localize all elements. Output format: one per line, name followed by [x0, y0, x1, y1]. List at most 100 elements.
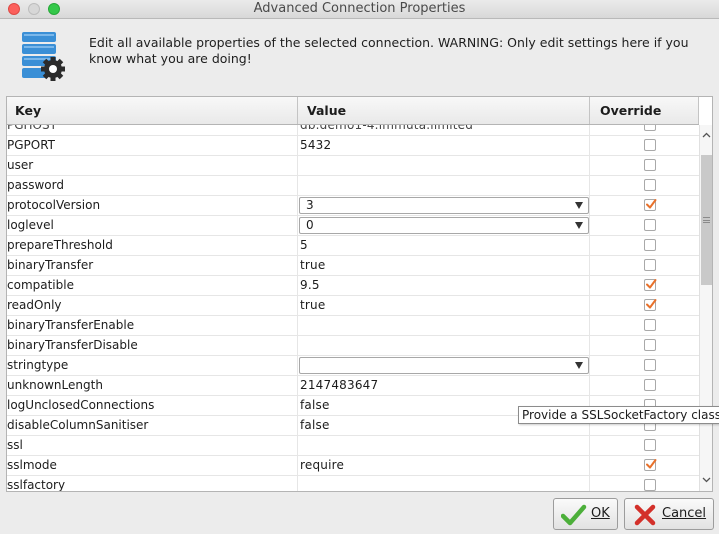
ok-label: OK [591, 506, 610, 521]
property-key-text: sslmode [7, 458, 57, 472]
property-value[interactable]: require [297, 456, 589, 475]
property-key-text: binaryTransferEnable [7, 318, 135, 332]
property-value-text: false [300, 418, 330, 432]
table-row[interactable]: binaryTransferEnable [7, 316, 699, 336]
chevron-down-icon[interactable] [575, 222, 583, 229]
table-row[interactable]: password [7, 176, 699, 196]
override-checkbox[interactable] [644, 439, 656, 451]
property-key-text: readOnly [7, 298, 62, 312]
database-settings-icon [20, 30, 66, 82]
property-value[interactable] [297, 476, 589, 491]
chevron-down-icon[interactable] [575, 202, 583, 209]
override-checkbox[interactable] [644, 259, 656, 271]
property-key-text: PGHOST [7, 125, 57, 132]
override-checkbox[interactable] [644, 359, 656, 371]
property-value[interactable] [297, 316, 589, 335]
value-dropdown[interactable] [299, 357, 589, 374]
override-checkbox[interactable] [644, 299, 657, 311]
property-key-text: disableColumnSanitiser [7, 418, 149, 432]
override-cell [589, 436, 699, 455]
property-key-text: stringtype [7, 358, 69, 372]
override-cell [589, 296, 699, 315]
value-dropdown[interactable]: 0 [299, 217, 589, 234]
column-header-key[interactable]: Key [7, 97, 298, 124]
property-value[interactable]: 2147483647 [297, 376, 589, 395]
property-value[interactable]: 3 [297, 196, 589, 215]
property-key-text: ssl [7, 438, 23, 452]
override-checkbox[interactable] [644, 379, 656, 391]
scroll-down-icon[interactable] [701, 474, 712, 485]
chevron-down-icon[interactable] [575, 362, 583, 369]
property-key-text: user [7, 158, 34, 172]
title-bar: Advanced Connection Properties [0, 0, 719, 19]
table-row[interactable]: binaryTransferDisable [7, 336, 699, 356]
property-value[interactable] [297, 336, 589, 355]
override-cell [589, 476, 699, 491]
table-row[interactable]: PGPORT 5432 [7, 136, 699, 156]
ok-button[interactable]: OK [553, 498, 618, 530]
property-value[interactable]: 9.5 [297, 276, 589, 295]
override-checkbox[interactable] [644, 219, 656, 231]
property-key: stringtype [7, 356, 297, 375]
override-checkbox[interactable] [644, 459, 657, 471]
table-row[interactable]: prepareThreshold 5 [7, 236, 699, 256]
override-cell [589, 236, 699, 255]
override-checkbox[interactable] [644, 159, 656, 171]
property-value[interactable] [297, 176, 589, 195]
table-row[interactable]: binaryTransfer true [7, 256, 699, 276]
property-value[interactable] [297, 356, 589, 375]
override-checkbox[interactable] [644, 179, 656, 191]
override-checkbox[interactable] [644, 479, 656, 491]
property-value[interactable]: 5 [297, 236, 589, 255]
override-cell [589, 125, 699, 135]
property-key: logUnclosedConnections [7, 396, 297, 415]
table-row[interactable]: stringtype [7, 356, 699, 376]
scrollbar-thumb[interactable] [701, 155, 712, 285]
property-value[interactable]: 0 [297, 216, 589, 235]
property-value[interactable]: true [297, 256, 589, 275]
sslfactory-tooltip: Provide a SSLSocketFactory class w [518, 406, 719, 424]
column-header-value[interactable]: Value [298, 97, 590, 124]
property-value-text: false [300, 398, 330, 412]
override-cell [589, 196, 699, 215]
override-checkbox[interactable] [644, 319, 656, 331]
table-row[interactable]: compatible 9.5 [7, 276, 699, 296]
property-value[interactable] [297, 156, 589, 175]
override-checkbox[interactable] [644, 125, 656, 131]
override-cell [589, 316, 699, 335]
override-checkbox[interactable] [644, 199, 657, 211]
property-key: binaryTransferEnable [7, 316, 297, 335]
table-row[interactable]: readOnly true [7, 296, 699, 316]
table-row[interactable]: ssl [7, 436, 699, 456]
override-checkbox[interactable] [644, 279, 657, 291]
column-header-override[interactable]: Override [590, 97, 699, 124]
scroll-up-icon[interactable] [701, 130, 712, 141]
cancel-x-icon [634, 504, 656, 526]
table-row[interactable]: unknownLength 2147483647 [7, 376, 699, 396]
property-value[interactable]: db.demo1-4.immuta.limited [297, 125, 589, 135]
value-dropdown[interactable]: 3 [299, 197, 589, 214]
property-key: PGPORT [7, 136, 297, 155]
table-row[interactable]: PGHOST db.demo1-4.immuta.limited [7, 125, 699, 136]
property-value[interactable]: true [297, 296, 589, 315]
check-icon [646, 279, 657, 289]
property-value[interactable]: 5432 [297, 136, 589, 155]
check-icon [646, 459, 657, 469]
override-checkbox[interactable] [644, 239, 656, 251]
vertical-scrollbar[interactable] [699, 125, 712, 491]
table-row[interactable]: loglevel 0 [7, 216, 699, 236]
property-key-text: logUnclosedConnections [7, 398, 155, 412]
property-key-text: unknownLength [7, 378, 103, 392]
table-row[interactable]: sslmode require [7, 456, 699, 476]
property-key: PGHOST [7, 125, 297, 135]
window-title: Advanced Connection Properties [253, 1, 466, 16]
table-row[interactable]: protocolVersion 3 [7, 196, 699, 216]
override-checkbox[interactable] [644, 139, 656, 151]
override-checkbox[interactable] [644, 339, 656, 351]
warning-message: Edit all available properties of the sel… [89, 35, 689, 66]
property-value[interactable] [297, 436, 589, 455]
table-row[interactable]: sslfactory [7, 476, 699, 491]
override-cell [589, 156, 699, 175]
cancel-button[interactable]: Cancel [624, 498, 714, 530]
table-row[interactable]: user [7, 156, 699, 176]
